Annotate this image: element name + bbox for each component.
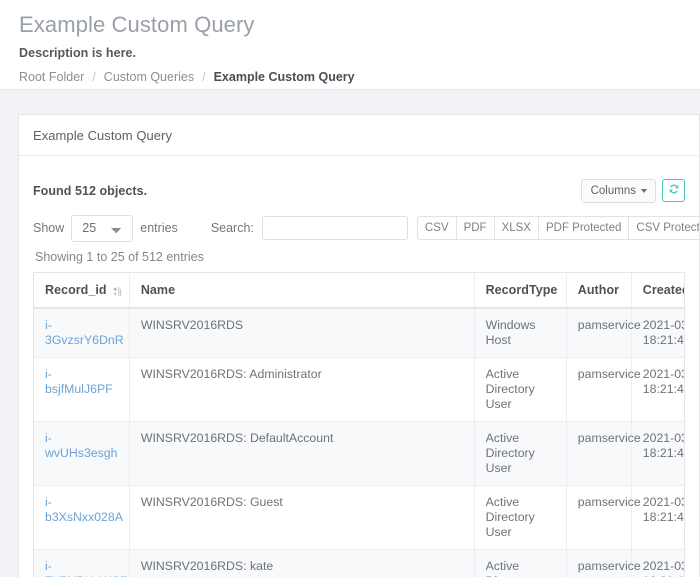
column-header-record-id-label: Record_id [45,283,107,297]
breadcrumb-item-root-folder[interactable]: Root Folder [19,70,84,84]
cell-record-type: Active Directory User [474,357,567,422]
page-length-select[interactable]: 25 [71,214,134,242]
table-controls-row: Show 25 entries Search: CSV PDF XLSX PDF… [33,206,699,246]
cell-name: WINSRV2016RDS: DefaultAccount [129,421,475,486]
cell-author: pamservice [566,357,641,422]
cell-author: pamservice [566,421,641,486]
page-body: Example Custom Query Found 512 objects. … [0,89,700,577]
breadcrumb-separator: / [202,70,206,84]
found-objects-text: Found 512 objects. [33,183,148,198]
record-id-link[interactable]: i-3GvzsrY6DnR [45,318,124,347]
cell-author: pamservice [566,308,641,358]
table-row: i-wvUHs3esgh WINSRV2016RDS: DefaultAccou… [34,421,684,486]
cell-record-type: Active Directory User [474,549,567,577]
table-row: i-b3XsNxx028A WINSRV2016RDS: Guest Activ… [34,485,684,550]
table-head: Record_id Name RecordType Author Created [34,273,684,309]
results-summary-row: Found 512 objects. Columns [33,172,685,206]
card-body: Found 512 objects. Columns Show 25 entri… [19,156,699,577]
table-body: i-3GvzsrY6DnR WINSRV2016RDS Windows Host… [34,308,684,577]
column-header-record-type[interactable]: RecordType [474,273,567,309]
table-row: i-bsjfMulJ6PF WINSRV2016RDS: Administrat… [34,357,684,422]
cell-name: WINSRV2016RDS: Administrator [129,357,475,422]
cell-record-type: Active Directory User [474,421,567,486]
search-group: Search: [211,216,408,240]
entries-label: entries [140,221,178,235]
results-table-wrapper: Record_id Name RecordType Author Created… [33,272,685,577]
page-description: Description is here. [19,46,137,60]
cell-author: pamservice [566,485,641,550]
export-pdf-button[interactable]: PDF [455,216,494,240]
export-csv-protected-button[interactable]: CSV Protected [628,216,699,240]
export-buttons-group: CSV PDF XLSX PDF Protected CSV Protected… [416,216,699,240]
export-csv-button[interactable]: CSV [416,216,456,240]
cell-record-id: i-7VPYBUyWOih [34,549,130,577]
export-pdf-protected-button[interactable]: PDF Protected [537,216,629,240]
record-id-link[interactable]: i-bsjfMulJ6PF [45,367,113,396]
cell-name: WINSRV2016RDS: Guest [129,485,475,550]
search-label: Search: [210,221,254,235]
search-input[interactable] [261,216,408,240]
table-info-text: Showing 1 to 25 of 512 entries [35,250,204,264]
breadcrumb-item-custom-queries[interactable]: Custom Queries [104,70,194,84]
cell-record-id: i-b3XsNxx028A [34,485,130,550]
columns-button[interactable]: Columns [580,178,656,203]
breadcrumb-separator: / [92,70,96,84]
page-title: Example Custom Query [19,12,255,37]
card-header: Example Custom Query [19,115,699,156]
refresh-icon [668,183,680,198]
refresh-button[interactable] [662,179,685,202]
export-xlsx-button[interactable]: XLSX [493,216,538,240]
table-header-row: Record_id Name RecordType Author Created [34,273,684,309]
breadcrumb-item-current: Example Custom Query [213,70,355,84]
chevron-down-icon [641,188,647,193]
cell-record-id: i-wvUHs3esgh [34,421,130,486]
column-header-name[interactable]: Name [129,273,475,309]
table-row: i-3GvzsrY6DnR WINSRV2016RDS Windows Host… [34,308,684,358]
table-row: i-7VPYBUyWOih WINSRV2016RDS: kate Active… [34,549,684,577]
columns-button-label: Columns [590,184,636,197]
cell-name: WINSRV2016RDS [129,308,475,358]
column-header-record-id[interactable]: Record_id [34,273,130,309]
column-header-author[interactable]: Author [566,273,632,309]
column-header-created[interactable]: Created [631,273,684,309]
cell-record-id: i-3GvzsrY6DnR [34,308,130,358]
page-header: Example Custom Query Description is here… [0,0,700,89]
cell-record-type: Active Directory User [474,485,567,550]
cell-name: WINSRV2016RDS: kate [129,549,475,577]
breadcrumb: Root Folder / Custom Queries / Example C… [19,70,700,84]
cell-author: pamservice [566,549,641,577]
sort-icon [112,286,122,297]
record-id-link[interactable]: i-b3XsNxx028A [45,495,123,524]
show-label: Show [33,221,65,235]
query-card: Example Custom Query Found 512 objects. … [18,114,700,577]
record-id-link[interactable]: i-wvUHs3esgh [45,431,117,460]
cell-record-type: Windows Host [474,308,567,358]
page-length-group: Show 25 entries [33,214,178,242]
cell-record-id: i-bsjfMulJ6PF [34,357,130,422]
table-tools: Columns [580,178,685,203]
results-table: Record_id Name RecordType Author Created… [34,273,684,577]
record-id-link[interactable]: i-7VPYBUyWOih [45,559,130,577]
